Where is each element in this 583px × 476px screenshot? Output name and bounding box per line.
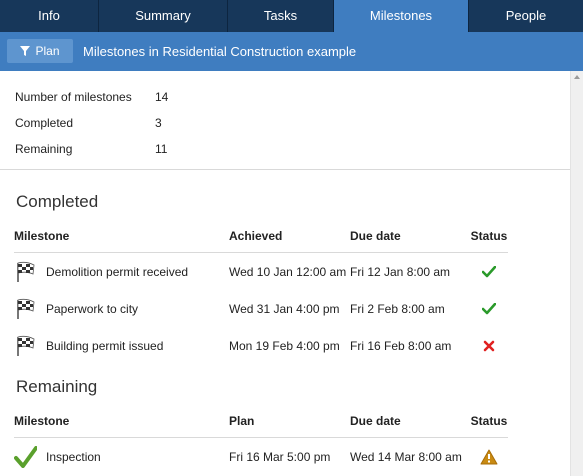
stat-value: 11 [155,142,168,156]
milestone-stats: Number of milestones 14 Completed 3 Rema… [15,84,168,162]
table-row[interactable]: Building permit issued Mon 19 Feb 4:00 p… [14,327,508,364]
milestone-name: Demolition permit received [46,264,189,279]
stat-row-remaining: Remaining 11 [15,136,168,162]
stat-row-completed: Completed 3 [15,110,168,136]
achieved-date: Wed 10 Jan 12:00 am [229,264,347,279]
table-header-row: Milestone Achieved Due date Status [14,219,508,253]
milestones-panel: Number of milestones 14 Completed 3 Rema… [0,71,570,476]
warning-icon [480,449,498,464]
check-icon [482,303,496,315]
stat-row-number: Number of milestones 14 [15,84,168,110]
due-date: Fri 12 Jan 8:00 am [350,264,451,279]
due-date: Fri 16 Feb 8:00 am [350,338,452,353]
milestone-name: Inspection [46,449,101,464]
plan-button-label: Plan [35,44,60,58]
checkered-flag-icon [14,298,37,320]
plan-date: Fri 16 Mar 5:00 pm [229,449,331,464]
table-row[interactable]: Paperwork to city Wed 31 Jan 4:00 pm Fri… [14,290,508,327]
filter-icon [20,46,31,56]
column-header-due-date[interactable]: Due date [350,404,470,438]
table-row[interactable]: Demolition permit received Wed 10 Jan 12… [14,253,508,291]
tab-milestones[interactable]: Milestones [334,0,469,32]
stat-value: 3 [155,116,162,130]
column-header-milestone[interactable]: Milestone [14,404,229,438]
achieved-date: Wed 31 Jan 4:00 pm [229,301,340,316]
column-header-due-date[interactable]: Due date [350,219,470,253]
due-date: Wed 14 Mar 8:00 am [350,449,462,464]
stat-label: Completed [15,116,74,130]
completed-section-title: Completed [16,192,99,211]
page-title: Milestones in Residential Construction e… [83,44,357,59]
divider [0,169,570,170]
table-row[interactable]: Inspection Fri 16 Mar 5:00 pm Wed 14 Mar… [14,438,508,476]
completed-table: Milestone Achieved Due date Status Demol… [14,219,508,364]
column-header-plan[interactable]: Plan [229,404,350,438]
toolbar: Plan Milestones in Residential Construct… [0,32,583,71]
milestone-name: Building permit issued [46,338,164,353]
vertical-scrollbar[interactable] [570,71,583,476]
stat-value: 14 [155,90,169,104]
tab-info[interactable]: Info [0,0,99,32]
milestone-name: Paperwork to city [46,301,139,316]
scroll-up-arrow-icon[interactable] [574,75,580,79]
status-cell [470,438,508,476]
column-header-achieved[interactable]: Achieved [229,219,350,253]
remaining-table: Milestone Plan Due date Status Inspectio… [14,404,508,475]
tab-summary[interactable]: Summary [99,0,228,32]
due-date: Fri 2 Feb 8:00 am [350,301,445,316]
tab-bar: Info Summary Tasks Milestones People [0,0,583,32]
checkered-flag-icon [14,335,37,357]
checkered-flag-icon [14,261,37,283]
cross-icon [483,341,495,352]
stat-label: Remaining [15,142,73,156]
achieved-date: Mon 19 Feb 4:00 pm [229,338,340,353]
column-header-status[interactable]: Status [470,404,508,438]
status-cell [470,290,508,327]
check-icon [482,266,496,278]
plan-filter-button[interactable]: Plan [7,39,73,63]
status-cell [470,253,508,291]
table-header-row: Milestone Plan Due date Status [14,404,508,438]
tab-tasks[interactable]: Tasks [228,0,334,32]
status-cell [470,327,508,364]
green-check-icon [14,445,37,468]
column-header-milestone[interactable]: Milestone [14,219,229,253]
stat-label: Number of milestones [15,90,132,104]
column-header-status[interactable]: Status [470,219,508,253]
remaining-section-title: Remaining [16,377,98,396]
tab-people[interactable]: People [469,0,583,32]
